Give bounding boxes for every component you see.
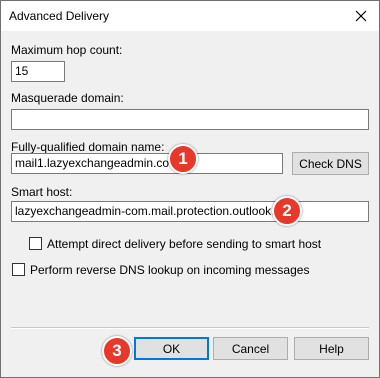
advanced-delivery-dialog: Advanced Delivery Maximum hop count: 15 … [0, 0, 380, 378]
max-hop-input[interactable]: 15 [11, 61, 65, 82]
direct-delivery-checkbox[interactable] [29, 237, 42, 250]
masquerade-input[interactable] [11, 109, 369, 130]
ok-button[interactable]: OK [134, 337, 209, 360]
cancel-button[interactable]: Cancel [213, 337, 288, 360]
max-hop-label: Maximum hop count: [11, 43, 123, 57]
step-3-badge: 3 [102, 336, 132, 366]
smart-host-label: Smart host: [11, 185, 73, 199]
reverse-dns-checkbox[interactable] [12, 263, 25, 276]
masquerade-label: Masquerade domain: [11, 91, 124, 105]
check-dns-button[interactable]: Check DNS [292, 152, 369, 175]
close-button[interactable] [349, 4, 373, 28]
title-bar: Advanced Delivery [1, 1, 379, 31]
direct-delivery-label: Attempt direct delivery before sending t… [47, 237, 322, 251]
reverse-dns-label: Perform reverse DNS lookup on incoming m… [30, 263, 310, 277]
step-2-badge: 2 [272, 196, 302, 226]
divider [11, 327, 369, 329]
window-title: Advanced Delivery [9, 9, 110, 23]
fqdn-label: Fully-qualified domain name: [11, 140, 165, 154]
smart-host-input[interactable]: lazyexchangeadmin-com.mail.protection.ou… [11, 201, 369, 222]
fqdn-input[interactable]: mail1.lazyexchangeadmin.com [11, 153, 283, 174]
help-button[interactable]: Help [294, 337, 369, 360]
step-1-badge: 1 [168, 144, 198, 174]
close-icon [355, 10, 367, 22]
